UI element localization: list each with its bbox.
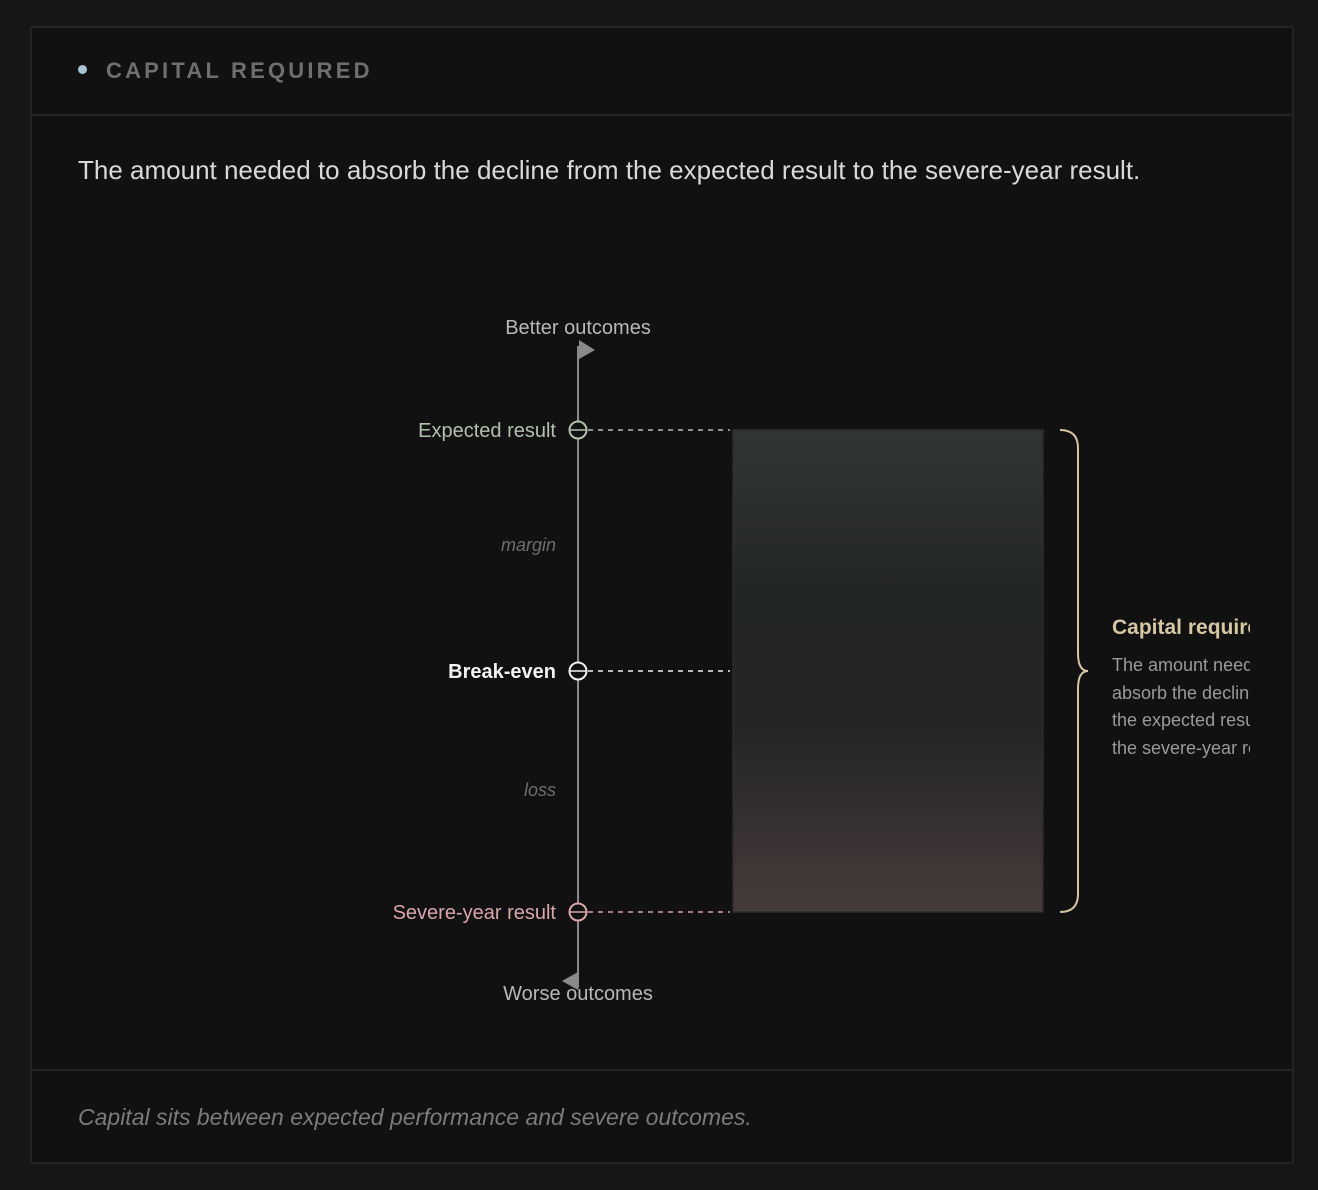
loss-zone-label: loss — [524, 780, 556, 800]
capital-block — [732, 429, 1044, 913]
axis-bottom-label: Worse outcomes — [503, 983, 653, 1005]
callout-line: The amount needed to — [1112, 655, 1250, 675]
axis-top-label: Better outcomes — [505, 317, 651, 339]
expected-label: Expected result — [418, 420, 556, 442]
callout-line: the expected result to — [1112, 710, 1250, 730]
severe-label: Severe-year result — [393, 902, 557, 924]
capital-diagram: Better outcomes Worse outcomes Expected … — [32, 28, 1296, 1166]
better-arrow-icon — [579, 340, 595, 359]
callout-line: absorb the decline from — [1112, 682, 1250, 703]
card-footer: Capital sits between expected performanc… — [32, 1069, 1292, 1166]
capital-required-card: CAPITAL REQUIRED The amount needed to ab… — [30, 26, 1294, 1164]
callout-title: Capital required — [1112, 616, 1250, 639]
card-caption: Capital sits between expected performanc… — [78, 1104, 752, 1130]
margin-zone-label: margin — [501, 535, 556, 555]
capital-callout: Capital required The amount needed to ab… — [1112, 614, 1250, 762]
callout-line: the severe-year result. — [1112, 737, 1250, 758]
capital-bracket — [1059, 429, 1089, 913]
breakeven-label: Break-even — [448, 661, 556, 683]
